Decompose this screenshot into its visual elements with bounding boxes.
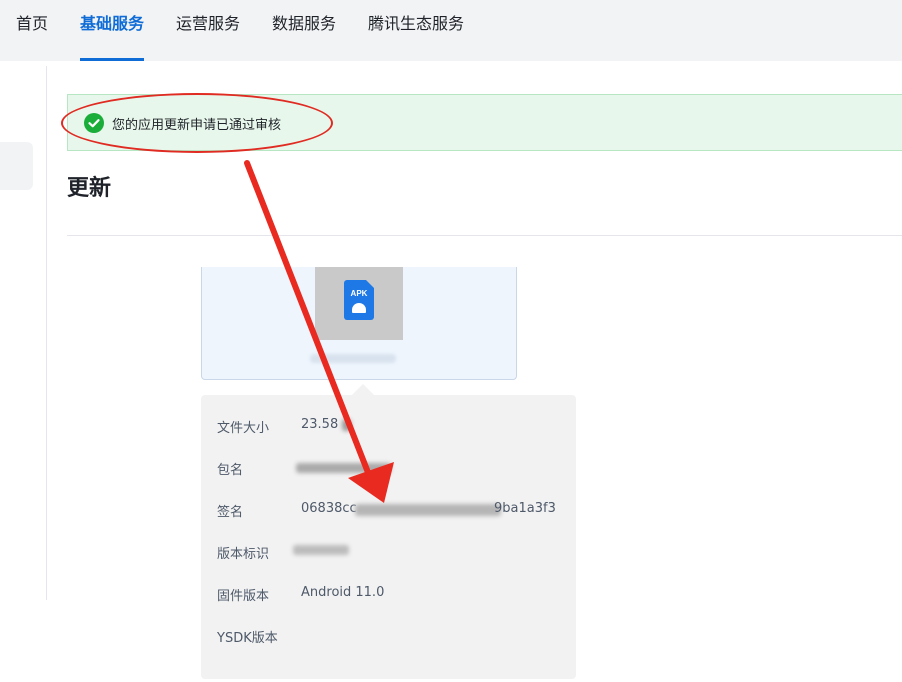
annotation-arrow — [244, 160, 394, 503]
